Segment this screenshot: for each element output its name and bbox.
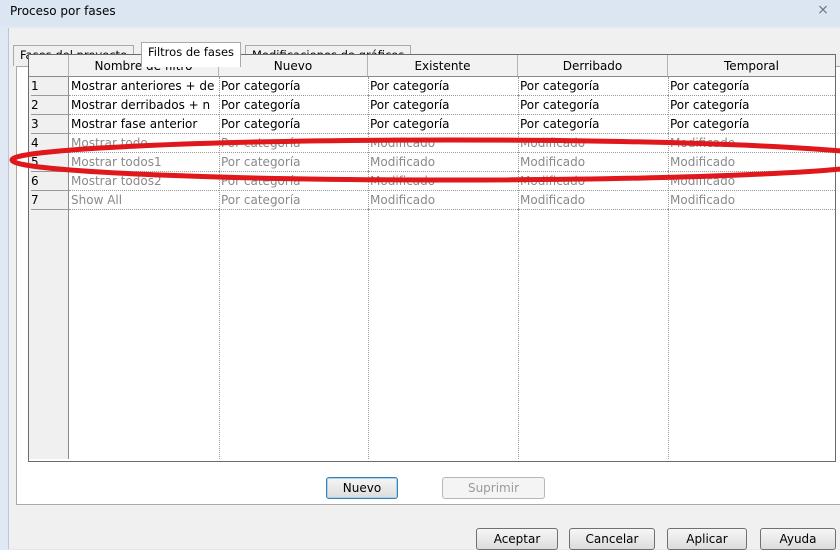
table-cell-derribado[interactable]: Modificado	[518, 153, 668, 172]
window-title: Proceso por fases	[10, 4, 116, 18]
column-header-temporal[interactable]: Temporal	[668, 55, 835, 77]
table-cell-derribado[interactable]: Modificado	[518, 134, 668, 153]
table-cell-derribado[interactable]: Por categoría	[518, 77, 668, 96]
phase-filters-grid: Nombre de filtro Nuevo Existente Derriba…	[28, 54, 836, 462]
table-cell-temporal[interactable]: Modificado	[668, 153, 835, 172]
row-number[interactable]: 3	[31, 115, 69, 134]
row-number[interactable]: 5	[31, 153, 69, 172]
table-cell-name[interactable]: Mostrar todos2	[69, 172, 219, 191]
table-cell-temporal[interactable]: Modificado	[668, 172, 835, 191]
aplicar-button[interactable]: Aplicar	[667, 528, 747, 550]
column-header-derribado[interactable]: Derribado	[518, 55, 668, 77]
row-number[interactable]: 7	[31, 191, 69, 210]
table-cell-derribado[interactable]: Modificado	[518, 172, 668, 191]
tab-filtros-de-fases[interactable]: Filtros de fases	[141, 42, 242, 67]
table-cell-nuevo[interactable]: Por categoría	[219, 172, 368, 191]
table-cell-existente[interactable]: Modificado	[368, 191, 518, 210]
table-cell-existente[interactable]: Modificado	[368, 153, 518, 172]
table-cell-temporal[interactable]: Por categoría	[668, 115, 835, 134]
table-cell-existente[interactable]: Modificado	[368, 134, 518, 153]
table-cell-existente[interactable]: Modificado	[368, 172, 518, 191]
row-number[interactable]: 2	[31, 96, 69, 115]
row-number[interactable]: 4	[31, 134, 69, 153]
table-cell-existente[interactable]: Por categoría	[368, 115, 518, 134]
table-cell-temporal[interactable]: Por categoría	[668, 96, 835, 115]
table-cell-derribado[interactable]: Por categoría	[518, 96, 668, 115]
suprimir-button[interactable]: Suprimir	[442, 477, 545, 499]
grid-corner-header	[29, 55, 69, 77]
row-number[interactable]: 1	[31, 77, 69, 96]
table-cell-derribado[interactable]: Por categoría	[518, 115, 668, 134]
table-cell-nuevo[interactable]: Por categoría	[219, 134, 368, 153]
table-cell-name[interactable]: Mostrar todos1	[69, 153, 219, 172]
table-cell-nuevo[interactable]: Por categoría	[219, 96, 368, 115]
title-bar: Proceso por fases ⨯	[0, 0, 840, 26]
table-cell-temporal[interactable]: Modificado	[668, 191, 835, 210]
table-cell-nuevo[interactable]: Por categoría	[219, 77, 368, 96]
table-cell-name[interactable]: Mostrar anteriores + de	[69, 77, 219, 96]
cancelar-button[interactable]: Cancelar	[569, 528, 655, 550]
table-cell-temporal[interactable]: Por categoría	[668, 77, 835, 96]
row-number[interactable]: 6	[31, 172, 69, 191]
table-cell-temporal[interactable]: Modificado	[668, 134, 835, 153]
table-cell-existente[interactable]: Por categoría	[368, 77, 518, 96]
table-cell-name[interactable]: Mostrar todo	[69, 134, 219, 153]
table-cell-nuevo[interactable]: Por categoría	[219, 153, 368, 172]
column-header-nuevo[interactable]: Nuevo	[219, 55, 368, 77]
nuevo-button[interactable]: Nuevo	[326, 477, 398, 499]
table-cell-nuevo[interactable]: Por categoría	[219, 191, 368, 210]
table-cell-name[interactable]: Show All	[69, 191, 219, 210]
table-cell-name[interactable]: Mostrar derribados + n	[69, 96, 219, 115]
table-cell-existente[interactable]: Por categoría	[368, 96, 518, 115]
column-header-existente[interactable]: Existente	[368, 55, 518, 77]
table-cell-derribado[interactable]: Modificado	[518, 191, 668, 210]
aceptar-button[interactable]: Aceptar	[476, 528, 558, 550]
ayuda-button[interactable]: Ayuda	[760, 528, 836, 550]
table-cell-nuevo[interactable]: Por categoría	[219, 115, 368, 134]
close-icon[interactable]: ⨯	[806, 0, 840, 22]
table-cell-name[interactable]: Mostrar fase anterior	[69, 115, 219, 134]
